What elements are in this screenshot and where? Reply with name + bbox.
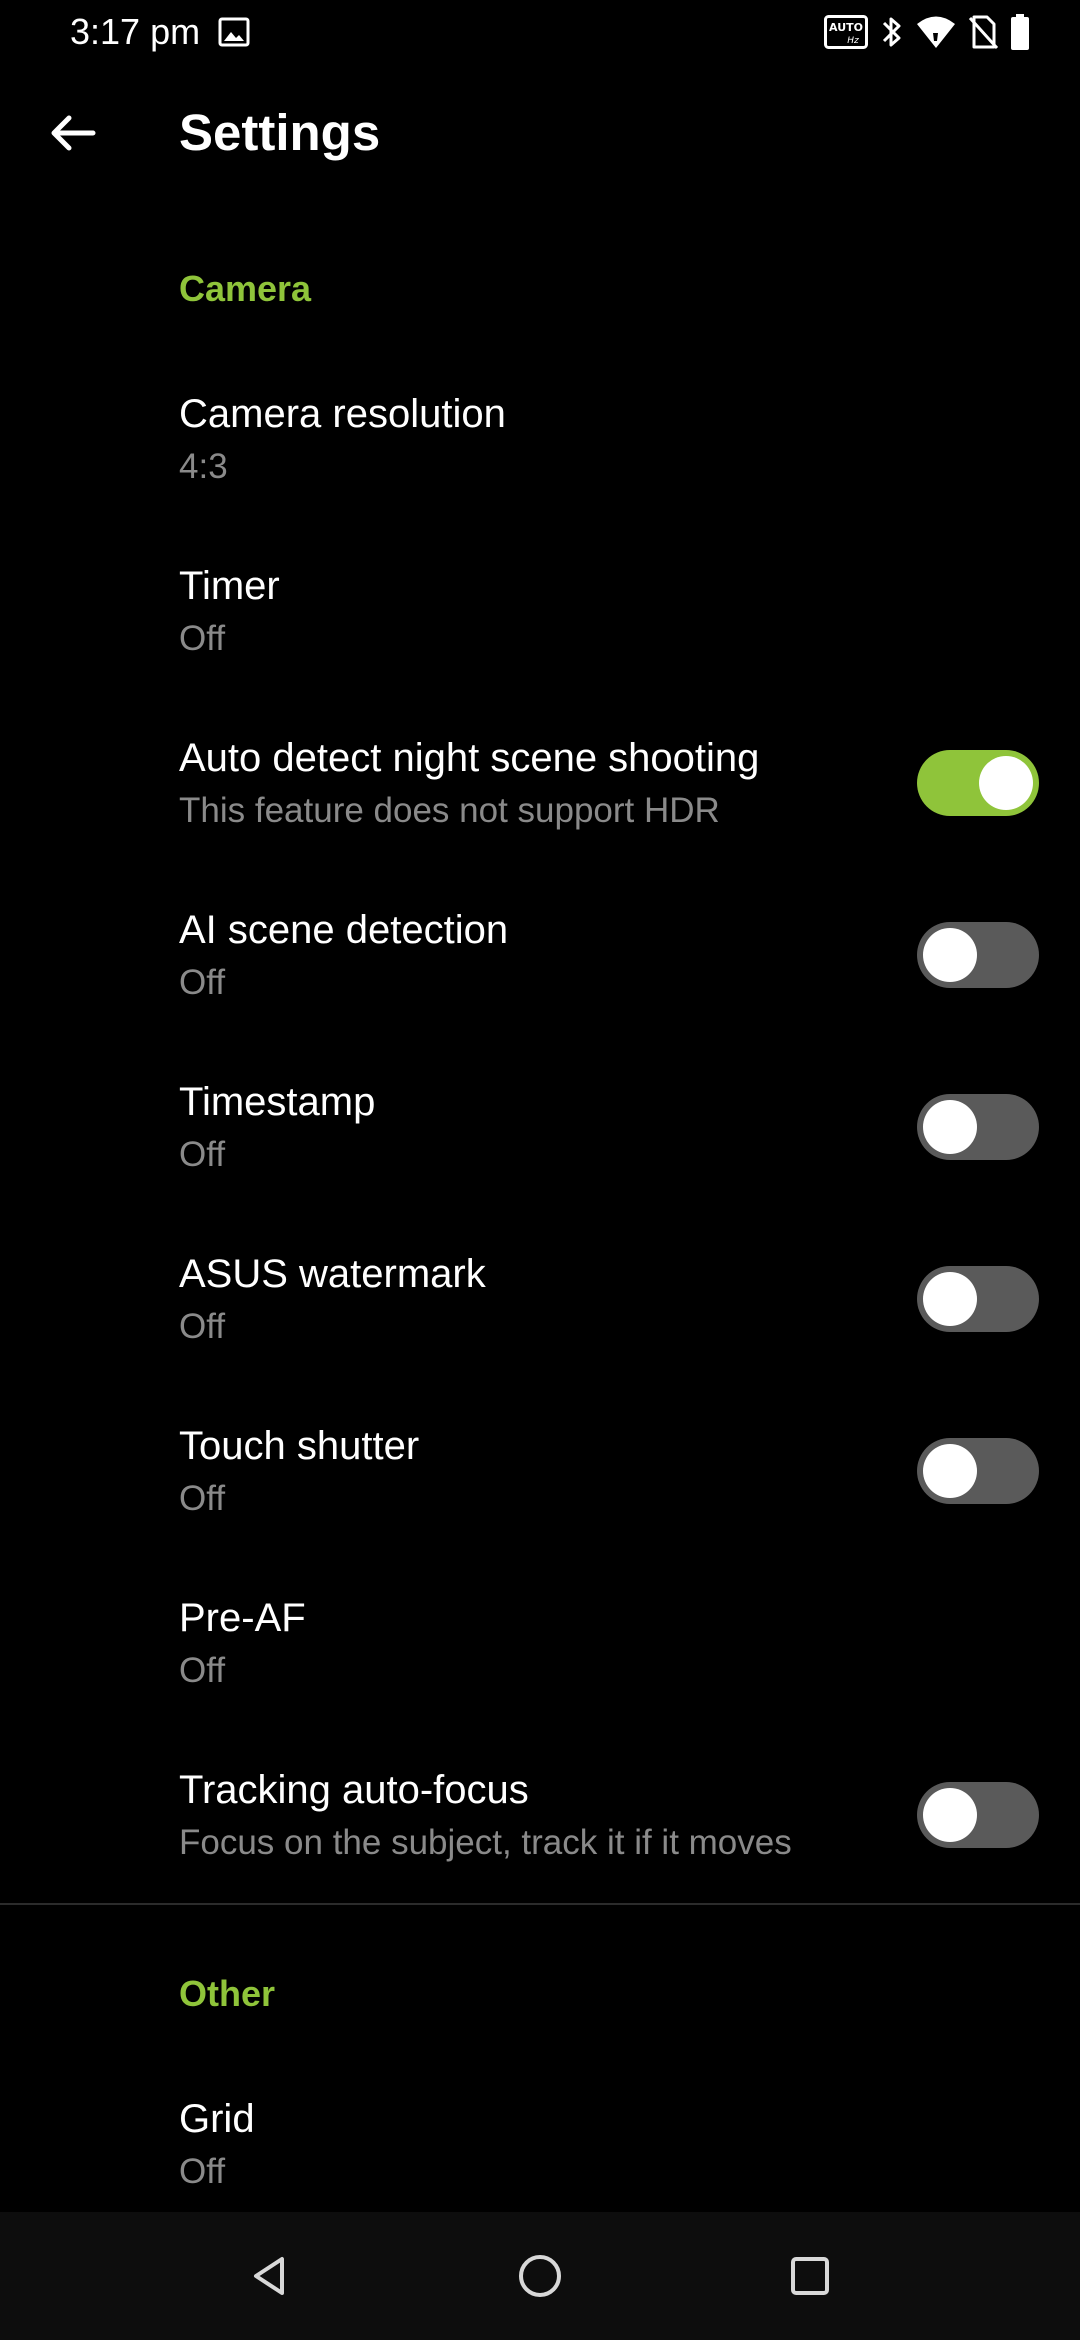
setting-pre-af[interactable]: Pre-AF Off [0, 1556, 1080, 1728]
back-triangle-icon [254, 2257, 284, 2295]
page-title: Settings [179, 104, 381, 161]
section-header-other: Other [179, 1973, 276, 2014]
auto-hz-label: AUTO [829, 21, 863, 34]
setting-title: Auto detect night scene shooting [179, 736, 760, 780]
toggle-knob [923, 1272, 977, 1326]
wifi-icon [917, 16, 955, 48]
setting-title: Timer [179, 564, 280, 608]
setting-summary: Off [179, 619, 226, 658]
setting-touch-shutter[interactable]: Touch shutter Off [0, 1384, 1080, 1556]
section-header-camera: Camera [179, 268, 312, 309]
setting-timer[interactable]: Timer Off [0, 524, 1080, 696]
navigation-bar [0, 2212, 1080, 2340]
setting-title: Touch shutter [179, 1424, 420, 1468]
back-button[interactable] [36, 96, 110, 170]
auto-hz-sub: Hz [847, 36, 859, 46]
setting-title: AI scene detection [179, 908, 509, 952]
setting-timestamp[interactable]: Timestamp Off [0, 1040, 1080, 1212]
nav-recents-button[interactable] [770, 2236, 850, 2316]
setting-camera-resolution[interactable]: Camera resolution 4:3 [0, 352, 1080, 524]
setting-summary: Off [179, 1479, 226, 1518]
setting-auto-night-scene[interactable]: Auto detect night scene shooting This fe… [0, 696, 1080, 868]
setting-summary: 4:3 [179, 447, 228, 486]
timestamp-toggle[interactable] [917, 1094, 1039, 1160]
setting-title: Grid [179, 2097, 255, 2141]
battery-icon [1011, 14, 1029, 50]
setting-summary: Focus on the subject, track it if it mov… [179, 1823, 792, 1862]
nav-back-button[interactable] [230, 2236, 310, 2316]
tracking-auto-focus-toggle[interactable] [917, 1782, 1039, 1848]
setting-summary: Off [179, 1135, 226, 1174]
setting-summary: Off [179, 1307, 226, 1346]
asus-watermark-toggle[interactable] [917, 1266, 1039, 1332]
status-icons: AUTO Hz [824, 14, 1030, 50]
toggle-knob [979, 756, 1033, 810]
status-time: 3:17 pm [70, 11, 201, 52]
status-bar: 3:17 pm AUTO Hz [0, 0, 1080, 66]
setting-title: Camera resolution [179, 392, 506, 436]
gallery-icon [218, 17, 250, 47]
section-divider [0, 1903, 1080, 1905]
toggle-knob [923, 1444, 977, 1498]
toggle-knob [923, 928, 977, 982]
setting-summary: Off [179, 2152, 226, 2191]
setting-title: Timestamp [179, 1080, 376, 1124]
bluetooth-icon [882, 17, 901, 47]
setting-grid[interactable]: Grid Off [0, 2057, 1080, 2212]
auto-refresh-rate-icon: AUTO Hz [824, 15, 868, 49]
arrow-back-icon [51, 115, 96, 151]
setting-title: Pre-AF [179, 1596, 306, 1640]
setting-title: ASUS watermark [179, 1252, 486, 1296]
toggle-knob [923, 1100, 977, 1154]
setting-tracking-auto-focus[interactable]: Tracking auto-focus Focus on the subject… [0, 1728, 1080, 1900]
home-circle-icon [519, 2255, 561, 2297]
setting-ai-scene-detection[interactable]: AI scene detection Off [0, 868, 1080, 1040]
touch-shutter-toggle[interactable] [917, 1438, 1039, 1504]
no-sim-icon [968, 15, 998, 50]
recents-square-icon [791, 2257, 829, 2295]
setting-title: Tracking auto-focus [179, 1768, 529, 1812]
app-bar: Settings [0, 66, 1080, 200]
ai-scene-detection-toggle[interactable] [917, 922, 1039, 988]
setting-summary: This feature does not support HDR [179, 791, 720, 830]
setting-asus-watermark[interactable]: ASUS watermark Off [0, 1212, 1080, 1384]
setting-summary: Off [179, 963, 226, 1002]
auto-night-scene-toggle[interactable] [917, 750, 1039, 816]
toggle-knob [923, 1788, 977, 1842]
nav-home-button[interactable] [500, 2236, 580, 2316]
setting-summary: Off [179, 1651, 226, 1690]
